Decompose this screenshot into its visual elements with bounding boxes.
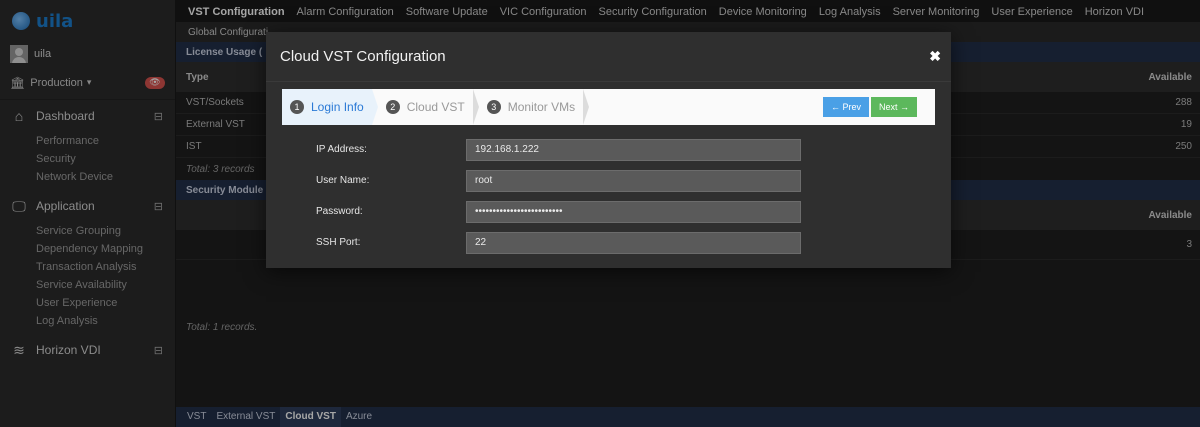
form-row-ip-address: IP Address: 192.168.1.222: [266, 134, 951, 165]
next-button[interactable]: Next →: [870, 97, 917, 117]
step-label: Monitor VMs: [507, 100, 576, 114]
user-name-field[interactable]: root: [466, 169, 801, 192]
step-number: 1: [290, 100, 304, 114]
ip-address-field[interactable]: 192.168.1.222: [466, 138, 801, 161]
close-icon[interactable]: ✖: [929, 48, 941, 65]
ssh-port-field[interactable]: 22: [466, 231, 801, 254]
step-number: 3: [486, 100, 501, 114]
password-field[interactable]: •••••••••••••••••••••••••: [466, 200, 801, 223]
wizard-buttons: ← Prev Next →: [821, 97, 935, 117]
login-form: IP Address: 192.168.1.222 User Name: roo…: [266, 134, 951, 258]
password-label: Password:: [316, 206, 363, 217]
modal-header: Cloud VST Configuration ✖: [266, 32, 951, 82]
step-cloud-vst[interactable]: 2 Cloud VST: [372, 89, 479, 125]
wizard-steps: 1 Login Info 2 Cloud VST 3 Monitor VMs ←…: [282, 89, 935, 125]
app-root: uila uila 🏛 Production ▾ 👁 ⌂ Dashboard ⊟…: [0, 0, 1200, 427]
form-row-user-name: User Name: root: [266, 165, 951, 196]
step-list: 1 Login Info 2 Cloud VST 3 Monitor VMs: [282, 89, 590, 125]
step-login-info[interactable]: 1 Login Info: [282, 89, 378, 125]
cloud-vst-modal: Cloud VST Configuration ✖ 1 Login Info 2…: [266, 32, 951, 268]
ssh-port-label: SSH Port:: [316, 237, 361, 248]
form-row-password: Password: •••••••••••••••••••••••••: [266, 196, 951, 227]
step-monitor-vms[interactable]: 3 Monitor VMs: [473, 89, 590, 125]
chevron-right-icon: [583, 89, 590, 125]
prev-button[interactable]: ← Prev: [822, 97, 869, 117]
step-label: Cloud VST: [406, 100, 465, 114]
user-name-label: User Name:: [316, 175, 370, 186]
step-label: Login Info: [311, 100, 364, 114]
ip-address-label: IP Address:: [316, 144, 367, 155]
modal-title: Cloud VST Configuration: [280, 48, 446, 65]
step-number: 2: [385, 100, 400, 114]
form-row-ssh-port: SSH Port: 22: [266, 227, 951, 258]
